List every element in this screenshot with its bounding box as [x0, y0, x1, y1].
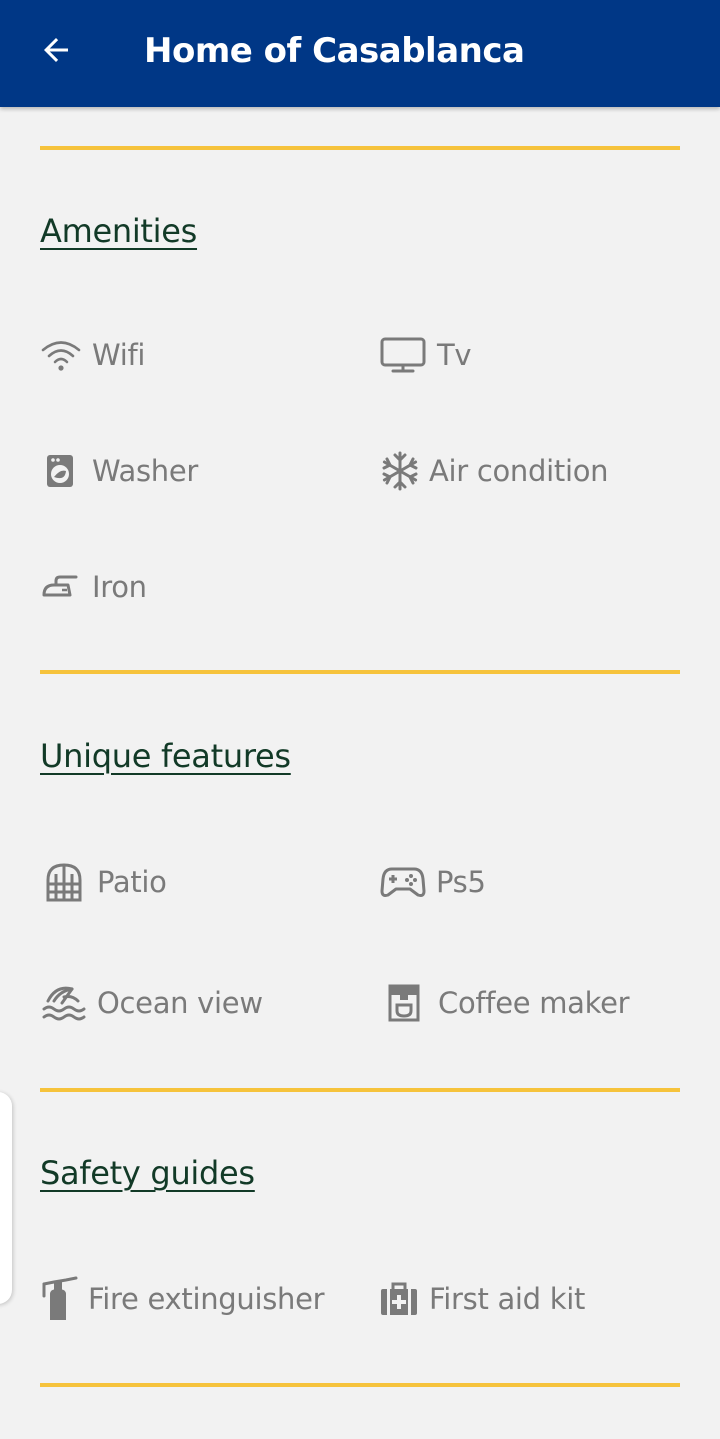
- feature-ps5: Ps5: [380, 857, 486, 907]
- back-button[interactable]: [26, 22, 86, 82]
- feature-label: Ocean view: [97, 986, 263, 1020]
- wifi-icon: [40, 338, 82, 372]
- section-title-unique-features[interactable]: Unique features: [40, 737, 291, 775]
- section-divider: [40, 1383, 680, 1387]
- safety-first-aid-kit: First aid kit: [379, 1274, 585, 1324]
- feature-patio: Patio: [44, 857, 167, 907]
- amenity-washer: Washer: [40, 446, 198, 496]
- section-title-amenities[interactable]: Amenities: [40, 212, 197, 250]
- amenity-label: Wifi: [92, 338, 146, 372]
- amenity-air-condition: Air condition: [380, 446, 609, 496]
- arrow-back-icon: [38, 32, 74, 72]
- amenity-label: Washer: [92, 454, 199, 488]
- beach-icon: [42, 983, 86, 1023]
- feature-coffee-maker: Coffee maker: [384, 978, 630, 1028]
- patio-icon: [44, 862, 84, 902]
- first-aid-kit-icon: [379, 1281, 419, 1317]
- app-bar: Home of Casablanca: [0, 0, 720, 107]
- side-drawer-handle[interactable]: [0, 1092, 12, 1304]
- fire-extinguisher-icon: [40, 1276, 80, 1322]
- tv-icon: [380, 336, 426, 374]
- feature-label: Ps5: [436, 865, 486, 899]
- gamepad-icon: [380, 865, 426, 899]
- safety-label: Fire extinguisher: [88, 1282, 325, 1316]
- section-divider: [40, 146, 680, 150]
- amenity-iron: Iron: [40, 562, 147, 612]
- page-title: Home of Casablanca: [144, 31, 525, 71]
- amenity-wifi: Wifi: [40, 330, 145, 380]
- amenity-label: Tv: [437, 338, 472, 372]
- feature-label: Coffee maker: [438, 986, 630, 1020]
- feature-label: Patio: [97, 865, 167, 899]
- section-title-safety-guides[interactable]: Safety guides: [40, 1154, 255, 1192]
- safety-fire-extinguisher: Fire extinguisher: [40, 1274, 325, 1324]
- safety-label: First aid kit: [429, 1282, 586, 1316]
- iron-icon: [40, 573, 80, 601]
- washer-icon: [40, 453, 80, 489]
- amenity-label: Air condition: [429, 454, 609, 488]
- amenity-label: Iron: [92, 570, 147, 604]
- snowflake-icon: [380, 451, 420, 491]
- section-divider: [40, 1088, 680, 1092]
- coffee-maker-icon: [384, 983, 424, 1023]
- feature-ocean-view: Ocean view: [42, 978, 263, 1028]
- amenity-tv: Tv: [380, 330, 472, 380]
- section-divider: [40, 670, 680, 674]
